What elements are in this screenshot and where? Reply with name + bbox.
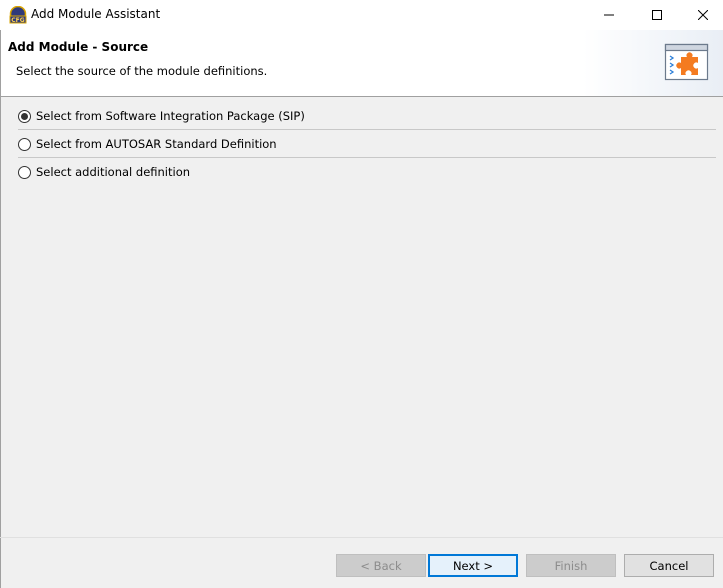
close-button[interactable]	[680, 0, 723, 30]
option-autosar[interactable]: Select from AUTOSAR Standard Definition	[18, 131, 716, 157]
wizard-header: Add Module - Source Select the source of…	[0, 30, 723, 97]
back-button[interactable]: < Back	[336, 554, 426, 577]
option-divider	[18, 129, 716, 130]
page-title: Add Module - Source	[8, 40, 149, 54]
finish-button[interactable]: Finish	[526, 554, 616, 577]
module-wizard-icon	[664, 43, 709, 81]
option-autosar-label: Select from AUTOSAR Standard Definition	[36, 137, 277, 151]
minimize-icon	[604, 14, 614, 16]
title-bar: CFG Add Module Assistant	[0, 0, 723, 30]
next-button[interactable]: Next >	[428, 554, 518, 577]
window-title: Add Module Assistant	[31, 7, 161, 21]
option-additional[interactable]: Select additional definition	[18, 159, 716, 185]
maximize-button[interactable]	[634, 0, 680, 30]
radio-sip[interactable]	[18, 109, 31, 123]
minimize-button[interactable]	[586, 0, 632, 30]
close-icon	[698, 10, 708, 20]
radio-additional[interactable]	[18, 165, 31, 179]
option-additional-label: Select additional definition	[36, 165, 191, 179]
cancel-button[interactable]: Cancel	[624, 554, 714, 577]
app-icon-text: CFG	[11, 17, 25, 24]
radio-autosar[interactable]	[18, 137, 31, 151]
app-icon: CFG	[9, 6, 27, 24]
maximize-icon	[652, 10, 662, 20]
window-edge	[0, 30, 1, 588]
page-description: Select the source of the module definiti…	[16, 64, 268, 78]
option-sip-label: Select from Software Integration Package…	[36, 109, 305, 123]
option-sip[interactable]: Select from Software Integration Package…	[18, 103, 716, 129]
option-divider	[18, 157, 716, 158]
button-bar-divider	[0, 537, 723, 538]
